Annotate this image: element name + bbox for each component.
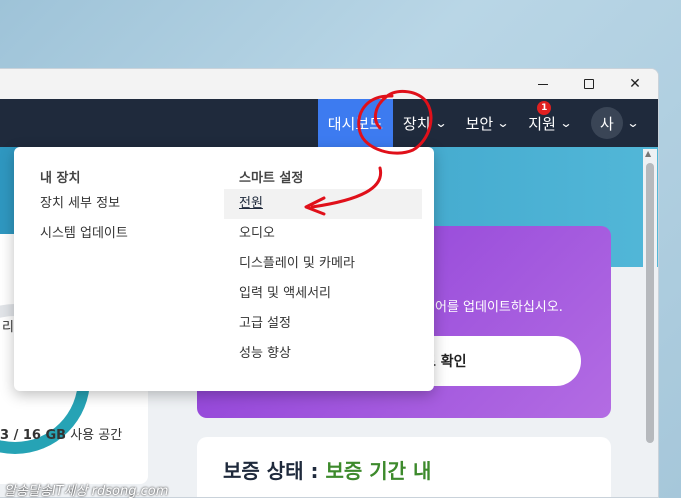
scroll-up-icon[interactable]: ▲ [645,149,651,158]
nav-dashboard-label: 대시보드 [327,114,383,133]
chevron-down-icon: ⌄ [434,116,448,130]
nav-devices-label: 장치 [402,114,431,133]
chevron-down-icon: ⌄ [626,116,640,130]
smart-settings-heading: 스마트 설정 [239,171,304,186]
scroll-thumb[interactable] [646,163,654,443]
minimize-icon [538,83,548,85]
menu-item-advanced-settings[interactable]: 고급 설정 [239,309,439,339]
smart-settings-column: 스마트 설정 전원 오디오 디스플레이 및 카메라 입력 및 액세서리 고급 설… [224,167,439,369]
my-devices-column: 내 장치 장치 세부 정보 시스템 업데이트 [40,167,240,249]
storage-amount: 3 / 16 GB [0,428,67,443]
title-bar: ✕ [0,69,658,99]
top-navbar: 대시보드 장치 ⌄ 보안 ⌄ 1 지원 ⌄ 사 ⌄ [0,99,658,147]
menu-item-power[interactable]: 전원 [224,189,422,219]
nav-security[interactable]: 보안 ⌄ [456,99,519,147]
warranty-card: 보증 상태 : 보증 기간 내 [197,437,611,497]
app-window: ✕ 대시보드 장치 ⌄ 보안 ⌄ 1 지원 ⌄ 사 ⌄ 리 3 / 16 GB … [0,68,659,498]
maximize-button[interactable] [566,69,612,99]
minimize-button[interactable] [520,69,566,99]
account-menu[interactable]: 사 ⌄ [581,99,648,147]
watermark: 알송달송IT세상 rdsong.com [4,484,169,498]
menu-item-audio[interactable]: 오디오 [239,219,439,249]
menu-item-input-accessories[interactable]: 입력 및 액세서리 [239,279,439,309]
nav-support-label: 지원 [528,114,556,133]
chevron-down-icon: ⌄ [559,116,573,130]
menu-item-display-camera[interactable]: 디스플레이 및 카메라 [239,249,439,279]
my-devices-heading: 내 장치 [40,171,81,186]
close-button[interactable]: ✕ [612,69,658,99]
storage-suffix: 사용 공간 [70,428,123,443]
warranty-status: 보증 기간 내 [325,459,432,483]
nav-security-label: 보안 [465,114,494,133]
promo-text: 어를 업데이트하십시오. [435,300,563,315]
warranty-label: 보증 상태 : [223,459,319,483]
menu-item-performance-boost[interactable]: 성능 향상 [239,339,439,369]
storage-usage: 3 / 16 GB 사용 공간 [0,424,122,443]
chevron-down-icon: ⌄ [496,116,510,130]
avatar: 사 [590,107,623,139]
scrollbar[interactable]: ▲ [643,149,657,497]
storage-card-title: 리 [2,320,14,335]
menu-item-system-update[interactable]: 시스템 업데이트 [40,219,240,249]
devices-dropdown-menu: 내 장치 장치 세부 정보 시스템 업데이트 스마트 설정 전원 오디오 디스플… [14,147,434,391]
nav-devices[interactable]: 장치 ⌄ [393,99,456,147]
maximize-icon [584,79,594,89]
nav-support[interactable]: 1 지원 ⌄ [518,99,581,147]
menu-item-device-details[interactable]: 장치 세부 정보 [40,189,240,219]
close-icon: ✕ [629,76,641,92]
nav-dashboard[interactable]: 대시보드 [317,99,393,147]
